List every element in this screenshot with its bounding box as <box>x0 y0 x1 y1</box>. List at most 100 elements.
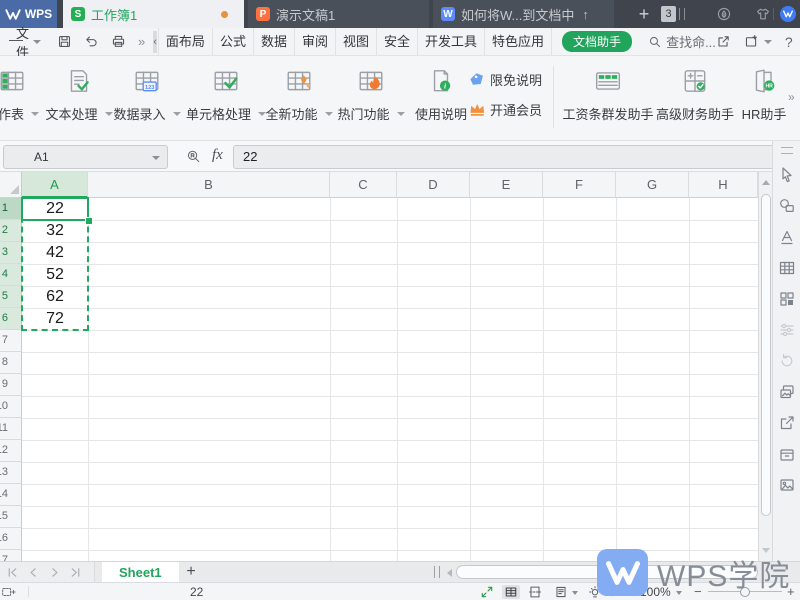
template-store-icon[interactable] <box>716 6 732 22</box>
row-header-9[interactable]: 9 <box>0 374 22 396</box>
column-header-D[interactable]: D <box>397 172 470 198</box>
menu-item[interactable]: 开发工具 <box>418 28 485 55</box>
cell-A1[interactable]: 22 <box>22 198 88 220</box>
save-icon[interactable] <box>57 34 72 49</box>
column-header-C[interactable]: C <box>330 172 397 198</box>
column-header-B[interactable]: B <box>88 172 330 198</box>
row-header-5[interactable]: 5 <box>0 286 22 308</box>
chevron-down-icon[interactable] <box>676 591 682 595</box>
picture-icon[interactable] <box>778 476 796 494</box>
nav-prev-icon[interactable] <box>27 566 40 579</box>
menu-item[interactable]: 面布局 <box>158 28 213 55</box>
vertical-scrollbar[interactable] <box>758 172 772 561</box>
ribbon-button[interactable]: 123数据录入 <box>106 64 188 123</box>
menu-item[interactable]: 公式 <box>213 28 254 55</box>
apps-icon[interactable] <box>778 290 796 308</box>
row-header-16[interactable]: 16 <box>0 528 22 550</box>
cell-A3[interactable]: 42 <box>22 242 88 264</box>
column-header-F[interactable]: F <box>543 172 616 198</box>
insert-function-button[interactable]: fx <box>212 147 223 164</box>
nav-last-icon[interactable] <box>69 566 82 579</box>
skin-icon[interactable] <box>755 6 771 22</box>
ribbon-overflow-button[interactable]: » <box>788 90 795 104</box>
new-document-tab-button[interactable]: + <box>633 0 655 28</box>
chevron-down-icon[interactable] <box>572 591 578 595</box>
magnifier-icon[interactable] <box>186 149 201 164</box>
quick-access-more-button[interactable]: » <box>138 34 145 49</box>
grid-rows[interactable]: 1234567891011121314151617223242526272 <box>0 198 758 561</box>
row-header-2[interactable]: 2 <box>0 220 22 242</box>
horizontal-scrollbar-thumb[interactable] <box>456 565 758 579</box>
row-header-14[interactable]: 14 <box>0 484 22 506</box>
row-header-4[interactable]: 4 <box>0 264 22 286</box>
fit-screen-icon[interactable] <box>480 585 494 599</box>
formula-input[interactable]: 22 <box>233 145 777 169</box>
column-header-H[interactable]: H <box>689 172 758 198</box>
select-all-corner[interactable] <box>0 172 22 198</box>
cursor-icon[interactable] <box>778 166 796 184</box>
ribbon-button[interactable]: HRHR助手 <box>734 64 794 123</box>
row-header-12[interactable]: 12 <box>0 440 22 462</box>
search-command-box[interactable]: 查找命... <box>648 32 716 51</box>
menu-item[interactable]: 安全 <box>377 28 418 55</box>
undo-icon[interactable] <box>84 34 99 49</box>
page-layout-view-icon[interactable] <box>554 585 568 599</box>
sheet-tab[interactable]: Sheet1 <box>102 562 179 582</box>
zoom-out-button[interactable]: − <box>694 584 702 599</box>
zoom-level[interactable]: 100% <box>640 585 671 599</box>
menu-item[interactable]: 审阅 <box>295 28 336 55</box>
zoom-slider-handle[interactable] <box>740 587 750 597</box>
column-header-A[interactable]: A <box>22 172 88 198</box>
nav-next-icon[interactable] <box>48 566 61 579</box>
menu-scroll-left-button[interactable]: ‹ <box>153 31 157 53</box>
archive-icon[interactable] <box>778 445 796 463</box>
help-button[interactable]: ? <box>785 34 793 50</box>
document-tab[interactable]: S工作簿1 <box>63 0 244 28</box>
macro-record-icon[interactable] <box>2 585 16 599</box>
menu-item[interactable]: 视图 <box>336 28 377 55</box>
new-window-icon[interactable] <box>744 34 759 49</box>
name-box[interactable]: A1 <box>3 145 168 169</box>
print-icon[interactable] <box>111 34 126 49</box>
name-box-dropdown-icon[interactable] <box>152 156 160 160</box>
row-header-11[interactable]: 11 <box>0 418 22 440</box>
doc-assistant-button[interactable]: 文档助手 <box>562 31 632 52</box>
share-icon[interactable] <box>716 34 731 49</box>
scroll-left-icon[interactable] <box>447 569 452 577</box>
ribbon-mini-button[interactable]: 限免说明 <box>468 70 542 89</box>
vertical-scrollbar-thumb[interactable] <box>761 194 771 516</box>
row-header-7[interactable]: 7 <box>0 330 22 352</box>
row-header-3[interactable]: 3 <box>0 242 22 264</box>
row-header-17[interactable]: 17 <box>0 550 22 561</box>
cell-A4[interactable]: 52 <box>22 264 88 286</box>
cell-A5[interactable]: 62 <box>22 286 88 308</box>
shapes-icon[interactable] <box>778 197 796 215</box>
ribbon-button[interactable]: 高级财务助手 <box>648 64 742 123</box>
row-header-8[interactable]: 8 <box>0 352 22 374</box>
cell-A6[interactable]: 72 <box>22 308 88 330</box>
fill-handle[interactable] <box>85 217 93 225</box>
nav-first-icon[interactable] <box>6 566 19 579</box>
eye-protect-icon[interactable] <box>588 585 602 599</box>
share-panel-icon[interactable] <box>778 414 796 432</box>
document-tab[interactable]: W如何将W...到文档中↑ <box>433 0 614 28</box>
column-header-E[interactable]: E <box>470 172 543 198</box>
image-stack-icon[interactable] <box>778 383 796 401</box>
document-tab[interactable]: P演示文稿1 <box>248 0 429 28</box>
row-header-15[interactable]: 15 <box>0 506 22 528</box>
ribbon-button[interactable]: 工资条群发助手 <box>556 64 660 123</box>
page-break-view-icon[interactable] <box>528 585 542 599</box>
add-sheet-button[interactable]: + <box>182 562 200 582</box>
pane-splitter-handle[interactable] <box>434 566 440 578</box>
normal-view-icon[interactable] <box>502 585 520 599</box>
row-header-10[interactable]: 10 <box>0 396 22 418</box>
menu-item[interactable]: 特色应用 <box>485 28 552 55</box>
user-avatar-icon[interactable] <box>780 6 796 22</box>
table-icon[interactable] <box>778 259 796 277</box>
scroll-down-icon[interactable] <box>762 548 770 553</box>
menu-item[interactable]: 数据 <box>254 28 295 55</box>
zoom-in-button[interactable]: + <box>787 584 795 599</box>
column-header-G[interactable]: G <box>616 172 689 198</box>
wordart-icon[interactable] <box>778 228 796 246</box>
row-header-1[interactable]: 1 <box>0 198 22 220</box>
